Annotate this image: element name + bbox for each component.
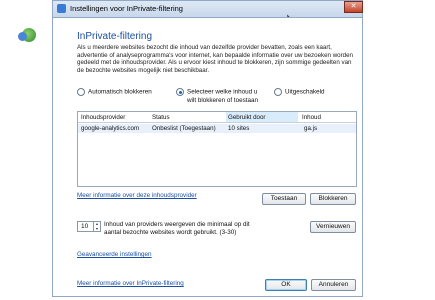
- radio-choose-content[interactable]: Selecteer welke inhoud u: [176, 88, 257, 96]
- cancel-button[interactable]: Annuleren: [311, 279, 356, 291]
- advanced-settings-link[interactable]: Geavanceerde instellingen: [77, 251, 152, 258]
- radio-label: Uitgeschakeld: [285, 88, 325, 96]
- window-title: Instellingen voor InPrivate-filtering: [70, 4, 183, 13]
- title-bar: Instellingen voor InPrivate-filtering ✕: [52, 0, 363, 17]
- cell-status: Onbeslist (Toegestaan): [152, 125, 216, 132]
- refresh-button[interactable]: Vernieuwen: [310, 221, 356, 233]
- block-button[interactable]: Blokkeren: [310, 193, 356, 205]
- globe-icon: [18, 32, 27, 41]
- column-header-status[interactable]: Status: [152, 114, 170, 121]
- allow-button[interactable]: Toestaan: [262, 193, 306, 205]
- provider-table: Inhoudsprovider Status Gebruikt door Inh…: [77, 111, 357, 187]
- radio-auto-block[interactable]: Automatisch blokkeren: [77, 88, 152, 96]
- cell-content: ga.js: [304, 125, 318, 132]
- radio-button[interactable]: [77, 88, 85, 96]
- table-header: Inhoudsprovider Status Gebruikt door Inh…: [78, 112, 356, 123]
- radio-label-line2: wilt blokkeren of toestaan: [187, 97, 259, 104]
- more-info-provider-link[interactable]: Meer informatie over deze inhoudsprovide…: [77, 192, 197, 199]
- table-row[interactable]: google-analytics.com Onbeslist (Toegesta…: [78, 124, 356, 133]
- threshold-value: 10: [81, 223, 89, 230]
- column-header-provider[interactable]: Inhoudsprovider: [81, 114, 125, 121]
- threshold-description: Inhoud van providers weergeven die minim…: [104, 221, 250, 236]
- spinner-arrows-icon[interactable]: ▲ ▼: [93, 222, 100, 231]
- cell-provider: google-analytics.com: [81, 125, 140, 132]
- column-header-used-by[interactable]: Gebruikt door: [226, 112, 298, 122]
- inprivate-icon: [57, 4, 66, 13]
- close-button[interactable]: ✕: [344, 1, 363, 13]
- column-header-content[interactable]: Inhoud: [302, 114, 321, 121]
- radio-label: Automatisch blokkeren: [88, 88, 152, 96]
- radio-label: Selecteer welke inhoud u: [187, 88, 258, 96]
- cell-used-by: 10 sites: [228, 125, 250, 132]
- radio-button[interactable]: [274, 88, 282, 96]
- more-info-filtering-link[interactable]: Meer informatie over InPrivate-filtering: [77, 280, 184, 287]
- radio-disabled[interactable]: Uitgeschakeld: [274, 88, 325, 96]
- description: Als u meerdere websites bezocht die inho…: [77, 44, 353, 74]
- page-title: InPrivate-filtering: [77, 31, 153, 42]
- threshold-stepper[interactable]: 10 ▲ ▼: [77, 221, 101, 232]
- ok-button[interactable]: OK: [265, 279, 307, 291]
- radio-button[interactable]: [176, 88, 184, 96]
